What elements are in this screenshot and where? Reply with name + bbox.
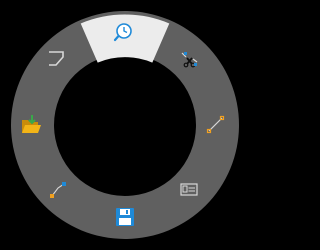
- save-floppy-disk-icon[interactable]: [116, 208, 134, 226]
- radial-marking-menu: [11, 11, 239, 239]
